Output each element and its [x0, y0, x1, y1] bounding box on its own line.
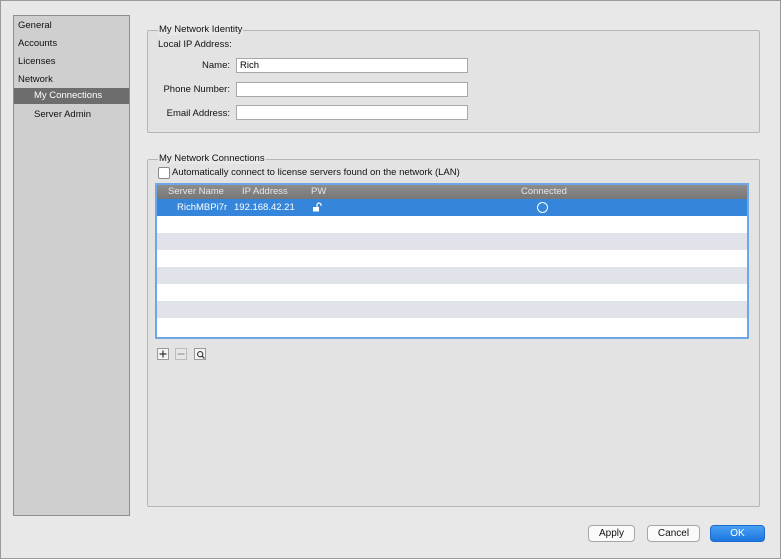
- column-header-pw[interactable]: PW: [311, 185, 326, 199]
- sidebar: General Accounts Licenses Network My Con…: [13, 15, 130, 516]
- remove-connection-button[interactable]: [175, 348, 187, 360]
- sidebar-item-my-connections[interactable]: My Connections: [14, 88, 129, 104]
- unlock-icon: [313, 202, 322, 212]
- table-header: Server Name IP Address PW Connected: [157, 185, 747, 199]
- column-header-ip-address[interactable]: IP Address: [242, 185, 288, 199]
- sidebar-item-accounts[interactable]: Accounts: [18, 36, 57, 52]
- table-row: [157, 284, 747, 301]
- server-name-cell: RichMBPi7r: [177, 202, 228, 213]
- connections-table[interactable]: Server Name IP Address PW Connected Rich…: [155, 183, 749, 339]
- table-row: [157, 267, 747, 284]
- sidebar-item-general[interactable]: General: [18, 18, 52, 34]
- connections-title: My Network Connections: [158, 153, 266, 164]
- ip-address-cell: 192.168.42.21: [234, 202, 295, 213]
- add-connection-button[interactable]: [157, 348, 169, 360]
- email-field[interactable]: [236, 105, 468, 120]
- column-header-connected[interactable]: Connected: [521, 185, 567, 199]
- sidebar-item-network[interactable]: Network: [18, 72, 53, 88]
- cancel-button[interactable]: Cancel: [647, 525, 700, 542]
- ok-button[interactable]: OK: [710, 525, 765, 542]
- preferences-window: General Accounts Licenses Network My Con…: [0, 0, 781, 559]
- connected-radio-icon[interactable]: [537, 202, 548, 213]
- name-field[interactable]: [236, 58, 468, 73]
- auto-connect-checkbox[interactable]: [158, 167, 170, 179]
- column-header-server-name[interactable]: Server Name: [168, 185, 224, 199]
- refresh-icon: [196, 350, 205, 359]
- table-row: [157, 318, 747, 337]
- table-row: [157, 233, 747, 250]
- name-label: Name:: [202, 60, 230, 71]
- identity-title: My Network Identity: [158, 24, 244, 35]
- refresh-connections-button[interactable]: [194, 348, 206, 360]
- table-row[interactable]: RichMBPi7r 192.168.42.21: [157, 199, 747, 216]
- table-row: [157, 216, 747, 233]
- table-row: [157, 301, 747, 318]
- local-ip-label: Local IP Address:: [158, 39, 232, 50]
- auto-connect-label[interactable]: Automatically connect to license servers…: [172, 167, 460, 178]
- sidebar-item-server-admin[interactable]: Server Admin: [34, 107, 91, 123]
- apply-button[interactable]: Apply: [588, 525, 635, 542]
- minus-icon: [177, 353, 185, 355]
- phone-label: Phone Number:: [163, 84, 230, 95]
- phone-field[interactable]: [236, 82, 468, 97]
- plus-icon: [159, 350, 167, 358]
- sidebar-item-licenses[interactable]: Licenses: [18, 54, 56, 70]
- email-label: Email Address:: [166, 108, 230, 119]
- table-row: [157, 250, 747, 267]
